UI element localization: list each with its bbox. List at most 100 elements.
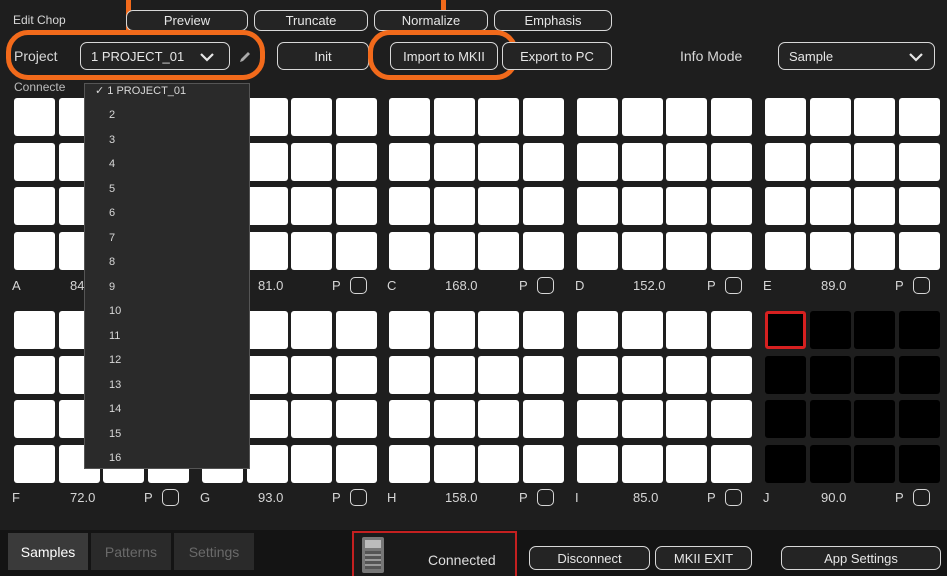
pad[interactable]	[809, 231, 851, 270]
pad[interactable]	[710, 355, 752, 394]
pad[interactable]	[14, 231, 55, 270]
pad[interactable]	[14, 311, 55, 349]
pad[interactable]	[246, 187, 288, 225]
pad[interactable]	[478, 98, 519, 136]
pad[interactable]	[621, 231, 663, 270]
pad[interactable]	[666, 187, 707, 225]
pad[interactable]	[898, 444, 940, 483]
pad[interactable]	[14, 444, 55, 483]
dropdown-item[interactable]: 15	[109, 428, 121, 440]
pad[interactable]	[577, 98, 618, 136]
pad[interactable]	[522, 231, 564, 270]
pad[interactable]	[522, 98, 564, 136]
pad[interactable]	[710, 400, 752, 438]
pad[interactable]	[478, 444, 519, 483]
pad[interactable]	[291, 311, 332, 349]
pad[interactable]	[522, 142, 564, 181]
pad[interactable]	[898, 187, 940, 225]
pad[interactable]	[621, 187, 663, 225]
pad[interactable]	[765, 400, 806, 438]
pad[interactable]	[710, 311, 752, 349]
pad[interactable]	[809, 355, 851, 394]
protect-checkbox[interactable]	[537, 277, 554, 294]
pad[interactable]	[854, 400, 895, 438]
pad[interactable]	[246, 142, 288, 181]
pad[interactable]	[389, 355, 430, 394]
pad[interactable]	[577, 444, 618, 483]
pad[interactable]	[666, 142, 707, 181]
pad[interactable]	[765, 311, 806, 349]
pad[interactable]	[765, 355, 806, 394]
pad[interactable]	[898, 231, 940, 270]
pad[interactable]	[710, 187, 752, 225]
pad[interactable]	[291, 355, 332, 394]
pad[interactable]	[433, 98, 475, 136]
pad[interactable]	[809, 142, 851, 181]
disconnect-button[interactable]: Disconnect	[529, 546, 650, 570]
pad[interactable]	[433, 142, 475, 181]
pad[interactable]	[433, 231, 475, 270]
pad[interactable]	[809, 400, 851, 438]
pad[interactable]	[246, 444, 288, 483]
pad[interactable]	[291, 231, 332, 270]
pad[interactable]	[335, 311, 377, 349]
protect-checkbox[interactable]	[162, 489, 179, 506]
pad[interactable]	[765, 231, 806, 270]
pad[interactable]	[389, 311, 430, 349]
pad[interactable]	[522, 187, 564, 225]
dropdown-item-selected[interactable]: ✓ 1 PROJECT_01	[95, 84, 186, 97]
protect-checkbox[interactable]	[350, 489, 367, 506]
protect-checkbox[interactable]	[350, 277, 367, 294]
pad[interactable]	[389, 231, 430, 270]
pad[interactable]	[389, 142, 430, 181]
pad[interactable]	[389, 98, 430, 136]
pad[interactable]	[522, 400, 564, 438]
pad[interactable]	[335, 444, 377, 483]
pad[interactable]	[522, 444, 564, 483]
pad[interactable]	[765, 142, 806, 181]
pad[interactable]	[666, 98, 707, 136]
pad[interactable]	[809, 444, 851, 483]
preview-button[interactable]: Preview	[126, 10, 248, 31]
app-settings-button[interactable]: App Settings	[781, 546, 941, 570]
protect-checkbox[interactable]	[913, 277, 930, 294]
pad[interactable]	[389, 444, 430, 483]
pad[interactable]	[854, 98, 895, 136]
pad[interactable]	[577, 142, 618, 181]
pad[interactable]	[246, 355, 288, 394]
mkii-exit-button[interactable]: MKII EXIT	[655, 546, 752, 570]
dropdown-item[interactable]: 10	[109, 305, 121, 317]
pad[interactable]	[621, 142, 663, 181]
pad[interactable]	[14, 187, 55, 225]
pad[interactable]	[621, 355, 663, 394]
pad[interactable]	[898, 142, 940, 181]
pad[interactable]	[335, 355, 377, 394]
protect-checkbox[interactable]	[725, 277, 742, 294]
dropdown-item[interactable]: 11	[109, 330, 120, 342]
pad[interactable]	[710, 142, 752, 181]
pad[interactable]	[621, 98, 663, 136]
dropdown-item[interactable]: 5	[109, 183, 115, 195]
project-dropdown-list[interactable]: ✓ 1 PROJECT_01 2 3 4 5 6 7 8 9 10 11 12 13 14 15 16	[84, 83, 250, 469]
pad[interactable]	[291, 187, 332, 225]
pad[interactable]	[710, 231, 752, 270]
edit-chop-label[interactable]: Edit Chop	[13, 13, 66, 27]
pad[interactable]	[898, 400, 940, 438]
pad[interactable]	[335, 98, 377, 136]
dropdown-item[interactable]: 6	[109, 207, 115, 219]
pad[interactable]	[246, 231, 288, 270]
pad[interactable]	[478, 355, 519, 394]
pad[interactable]	[809, 98, 851, 136]
info-mode-select[interactable]: Sample	[778, 42, 935, 70]
pad[interactable]	[854, 187, 895, 225]
pad[interactable]	[478, 142, 519, 181]
pad[interactable]	[577, 400, 618, 438]
protect-checkbox[interactable]	[725, 489, 742, 506]
pad[interactable]	[433, 187, 475, 225]
pad[interactable]	[478, 187, 519, 225]
pad[interactable]	[666, 311, 707, 349]
dropdown-item[interactable]: 8	[109, 256, 115, 268]
tab-patterns[interactable]: Patterns	[91, 533, 171, 570]
dropdown-item[interactable]: 14	[109, 403, 121, 415]
dropdown-item[interactable]: 12	[109, 354, 121, 366]
